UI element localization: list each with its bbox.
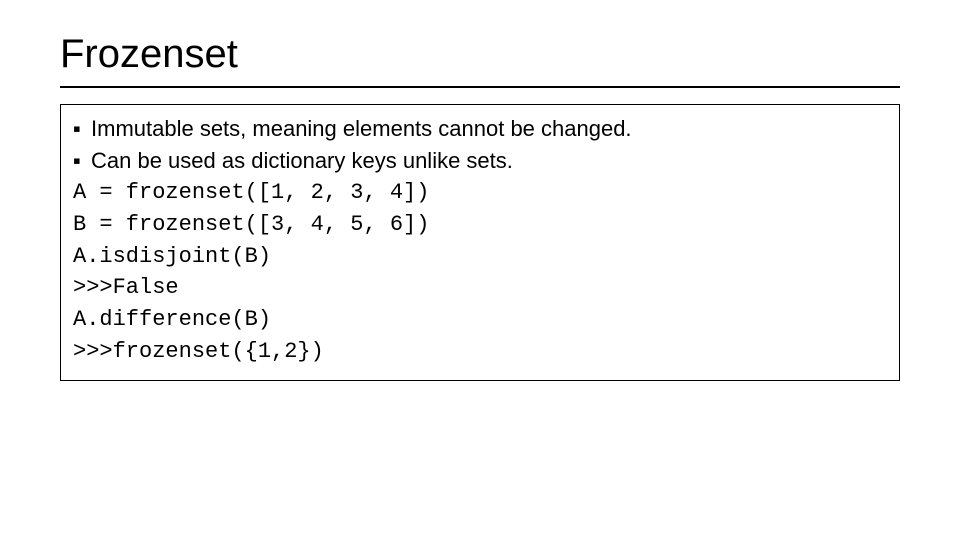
- bullet-text: Immutable sets, meaning elements cannot …: [91, 113, 632, 145]
- slide: Frozenset ▪ Immutable sets, meaning elem…: [0, 0, 960, 540]
- code-line: >>>False: [73, 272, 887, 304]
- bullet-item: ▪ Immutable sets, meaning elements canno…: [73, 113, 887, 145]
- bullet-square-icon: ▪: [73, 145, 91, 177]
- content-box: ▪ Immutable sets, meaning elements canno…: [60, 104, 900, 381]
- code-line: A.difference(B): [73, 304, 887, 336]
- title-rule: [60, 86, 900, 88]
- code-line: A = frozenset([1, 2, 3, 4]): [73, 177, 887, 209]
- slide-title: Frozenset: [60, 30, 900, 78]
- bullet-item: ▪ Can be used as dictionary keys unlike …: [73, 145, 887, 177]
- bullet-square-icon: ▪: [73, 113, 91, 145]
- code-line: B = frozenset([3, 4, 5, 6]): [73, 209, 887, 241]
- bullet-text: Can be used as dictionary keys unlike se…: [91, 145, 513, 177]
- code-line: A.isdisjoint(B): [73, 241, 887, 273]
- code-line: >>>frozenset({1,2}): [73, 336, 887, 368]
